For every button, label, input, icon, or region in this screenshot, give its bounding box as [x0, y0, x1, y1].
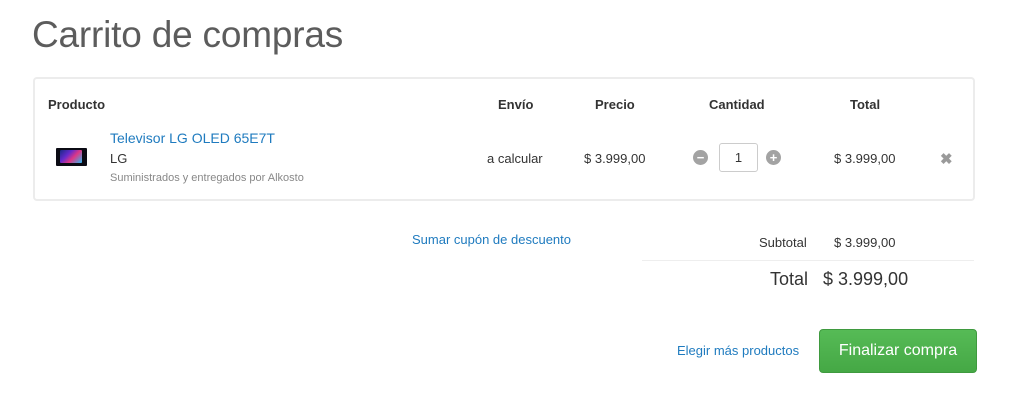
- checkout-button[interactable]: Finalizar compra: [819, 329, 977, 373]
- total-value: $ 3.999,00: [823, 269, 909, 289]
- tv-thumbnail-image[interactable]: [56, 148, 87, 166]
- choose-more-products-link[interactable]: Elegir más productos: [677, 343, 799, 358]
- cart-table: Producto Envío Precio Cantidad Total Tel…: [33, 77, 975, 201]
- summary-divider: [642, 260, 974, 261]
- product-brand: LG: [110, 151, 128, 166]
- decrease-quantity-button[interactable]: −: [693, 150, 708, 165]
- subtotal-label: Subtotal: [759, 235, 807, 250]
- quantity-input[interactable]: [719, 143, 758, 172]
- page-title: Carrito de compras: [32, 14, 344, 55]
- increase-quantity-button[interactable]: +: [766, 150, 781, 165]
- product-name-link[interactable]: Televisor LG OLED 65E7T: [110, 130, 275, 146]
- plus-icon: +: [769, 150, 778, 165]
- product-supplier: Suministrados y entregados por Alkosto: [110, 172, 304, 184]
- line-total-value: $ 3.999,00: [834, 151, 896, 166]
- header-price: Precio: [595, 97, 635, 112]
- remove-item-button[interactable]: ✖: [940, 150, 953, 168]
- header-product: Producto: [48, 97, 106, 112]
- close-icon: ✖: [940, 151, 953, 168]
- shipping-value: a calcular: [487, 151, 543, 166]
- subtotal-value: $ 3.999,00: [834, 235, 896, 250]
- header-quantity: Cantidad: [709, 97, 765, 112]
- header-shipping: Envío: [498, 97, 534, 112]
- minus-icon: −: [696, 150, 705, 165]
- total-label: Total: [770, 269, 809, 289]
- header-total: Total: [850, 97, 881, 112]
- add-coupon-link[interactable]: Sumar cupón de descuento: [412, 232, 571, 247]
- price-value: $ 3.999,00: [584, 151, 646, 166]
